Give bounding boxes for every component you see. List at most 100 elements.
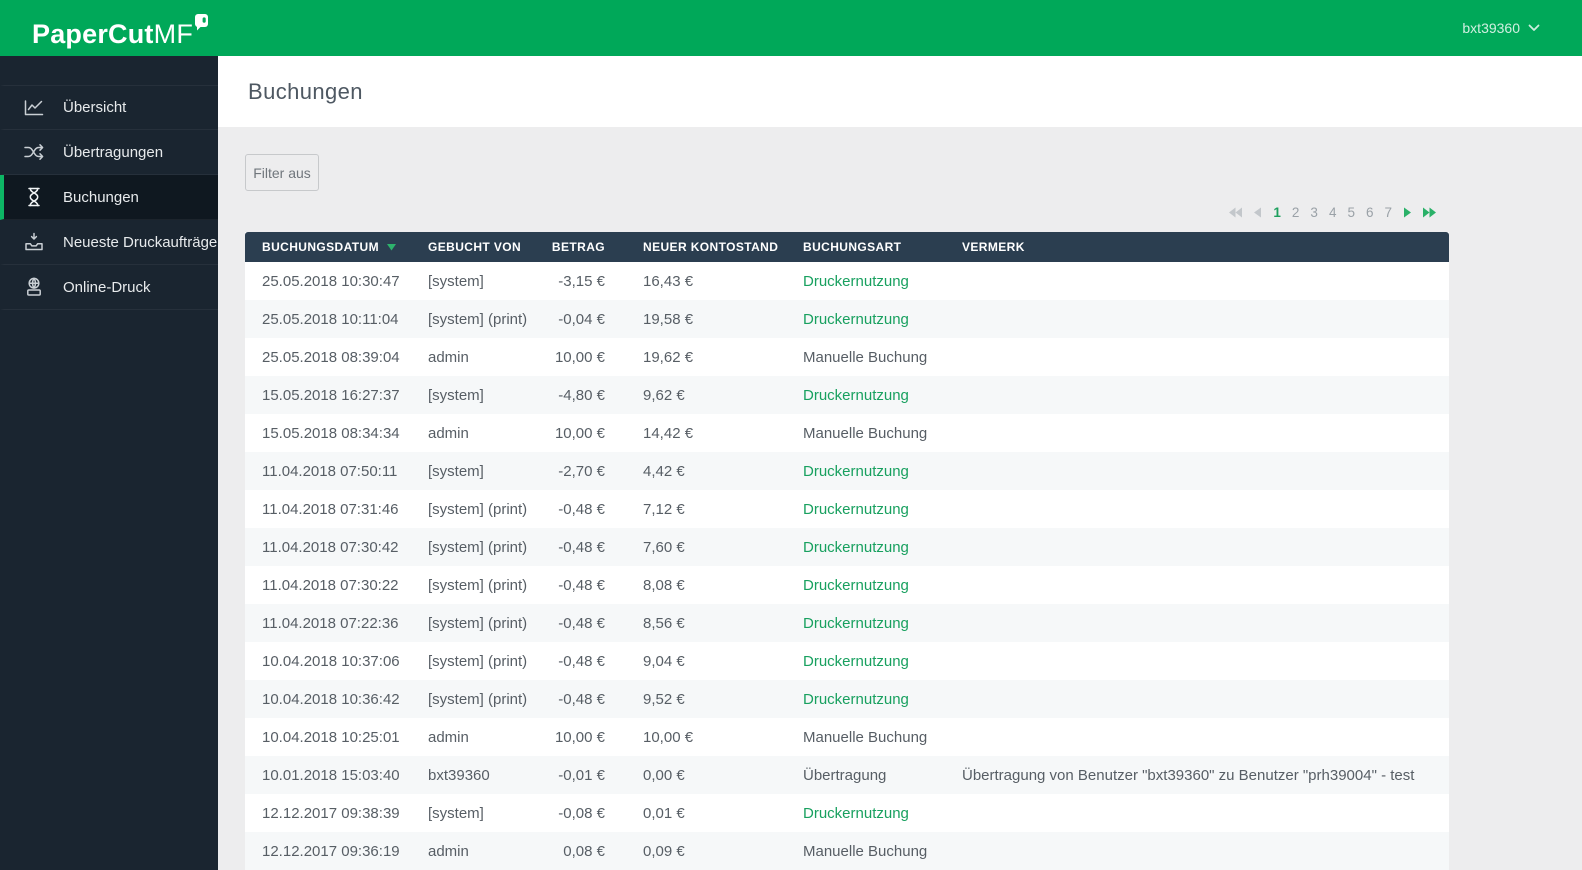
- previous-page-button[interactable]: [1253, 207, 1262, 218]
- column-header[interactable]: BUCHUNGSDATUM: [245, 232, 412, 262]
- table-row: 25.05.2018 10:11:04[system] (print)-0,04…: [245, 300, 1449, 338]
- page-number-5[interactable]: 5: [1347, 205, 1355, 220]
- first-page-button[interactable]: [1228, 207, 1242, 218]
- new-balance-cell: 0,09 €: [627, 832, 787, 870]
- column-header[interactable]: BETRAG: [547, 232, 627, 262]
- table-row: 12.12.2017 09:36:19admin0,08 €0,09 €Manu…: [245, 832, 1449, 870]
- note-cell: [946, 262, 1449, 300]
- amount-cell: -0,48 €: [547, 566, 627, 604]
- sidebar-item-uebertragungen[interactable]: Übertragungen: [0, 130, 218, 175]
- table-row: 10.04.2018 10:37:06[system] (print)-0,48…: [245, 642, 1449, 680]
- table-row: 11.04.2018 07:50:11[system]-2,70 €4,42 €…: [245, 452, 1449, 490]
- transaction-date-cell: 11.04.2018 07:22:36: [245, 604, 412, 642]
- transaction-type-cell[interactable]: Druckernutzung: [787, 566, 946, 604]
- sidebar-item-label: Buchungen: [63, 189, 139, 206]
- column-header-label: GEBUCHT VON: [428, 240, 521, 254]
- column-header[interactable]: BUCHUNGSART: [787, 232, 946, 262]
- page-number-7[interactable]: 7: [1384, 205, 1392, 220]
- amount-cell: -0,04 €: [547, 300, 627, 338]
- table-row: 12.12.2017 09:38:39[system]-0,08 €0,01 €…: [245, 794, 1449, 832]
- transaction-type-cell[interactable]: Druckernutzung: [787, 490, 946, 528]
- note-cell: Übertragung von Benutzer "bxt39360" zu B…: [946, 756, 1449, 794]
- transaction-type-cell[interactable]: Druckernutzung: [787, 452, 946, 490]
- new-balance-cell: 19,62 €: [627, 338, 787, 376]
- note-cell: [946, 566, 1449, 604]
- transaction-type-cell[interactable]: Druckernutzung: [787, 604, 946, 642]
- table-row: 10.04.2018 10:36:42[system] (print)-0,48…: [245, 680, 1449, 718]
- note-cell: [946, 414, 1449, 452]
- globe-printer-icon: [22, 275, 46, 299]
- transaction-type-cell[interactable]: Druckernutzung: [787, 680, 946, 718]
- table-header: BUCHUNGSDATUM GEBUCHT VON BETRAG NEUER KONT…: [245, 232, 1449, 262]
- transaction-type-cell: Manuelle Buchung: [787, 718, 946, 756]
- title-band: Buchungen: [218, 56, 1582, 127]
- page-number-6[interactable]: 6: [1366, 205, 1374, 220]
- note-cell: [946, 794, 1449, 832]
- last-page-button[interactable]: [1423, 207, 1437, 218]
- inbox-arrow-icon: [22, 230, 46, 254]
- transaction-date-cell: 10.04.2018 10:36:42: [245, 680, 412, 718]
- column-header[interactable]: GEBUCHT VON: [412, 232, 547, 262]
- next-page-button[interactable]: [1403, 207, 1412, 218]
- table-body: 25.05.2018 10:30:47[system]-3,15 €16,43 …: [245, 262, 1449, 870]
- sidebar-item-label: Neueste Druckaufträge: [63, 234, 217, 251]
- amount-cell: -0,48 €: [547, 528, 627, 566]
- note-cell: [946, 300, 1449, 338]
- booked-by-cell: [system] (print): [412, 566, 547, 604]
- filter-toggle-button[interactable]: Filter aus: [245, 154, 319, 191]
- column-header[interactable]: NEUER KONTOSTAND: [627, 232, 787, 262]
- page-number-3[interactable]: 3: [1310, 205, 1318, 220]
- page-number-4[interactable]: 4: [1329, 205, 1337, 220]
- transaction-type-cell[interactable]: Druckernutzung: [787, 300, 946, 338]
- sort-desc-icon: [387, 240, 396, 254]
- booked-by-cell: admin: [412, 832, 547, 870]
- page-number-2[interactable]: 2: [1292, 205, 1300, 220]
- booked-by-cell: [system]: [412, 452, 547, 490]
- main-area: Buchungen Filter aus 1234567 BUCHUNGSDAT…: [218, 56, 1582, 870]
- transaction-date-cell: 25.05.2018 10:30:47: [245, 262, 412, 300]
- user-menu[interactable]: bxt39360: [1462, 20, 1540, 36]
- sidebar-item-label: Übersicht: [63, 99, 126, 116]
- table-row: 10.04.2018 10:25:01admin10,00 €10,00 €Ma…: [245, 718, 1449, 756]
- booked-by-cell: [system] (print): [412, 300, 547, 338]
- sidebar-item-uebersicht[interactable]: Übersicht: [0, 85, 218, 130]
- transaction-date-cell: 15.05.2018 08:34:34: [245, 414, 412, 452]
- page-number-1[interactable]: 1: [1273, 205, 1281, 220]
- amount-cell: 10,00 €: [547, 414, 627, 452]
- transaction-date-cell: 11.04.2018 07:31:46: [245, 490, 412, 528]
- column-header-label: BUCHUNGSDATUM: [262, 240, 379, 254]
- column-header-label: BETRAG: [552, 240, 605, 254]
- amount-cell: -2,70 €: [547, 452, 627, 490]
- amount-cell: -0,08 €: [547, 794, 627, 832]
- transaction-type-cell[interactable]: Druckernutzung: [787, 262, 946, 300]
- table-row: 15.05.2018 08:34:34admin10,00 €14,42 €Ma…: [245, 414, 1449, 452]
- transaction-type-cell[interactable]: Druckernutzung: [787, 528, 946, 566]
- booked-by-cell: admin: [412, 718, 547, 756]
- transaction-type-cell[interactable]: Druckernutzung: [787, 376, 946, 414]
- sidebar-item-online-druck[interactable]: Online-Druck: [0, 265, 218, 310]
- sidebar-item-label: Online-Druck: [63, 279, 151, 296]
- sidebar-item-label: Übertragungen: [63, 144, 163, 161]
- amount-cell: 10,00 €: [547, 718, 627, 756]
- booked-by-cell: admin: [412, 414, 547, 452]
- transaction-type-cell[interactable]: Druckernutzung: [787, 642, 946, 680]
- column-header[interactable]: VERMERK: [946, 232, 1449, 262]
- new-balance-cell: 7,60 €: [627, 528, 787, 566]
- booked-by-cell: [system]: [412, 262, 547, 300]
- transactions-table: BUCHUNGSDATUM GEBUCHT VON BETRAG NEUER KONT…: [245, 232, 1449, 870]
- sidebar-item-neueste-druckauftraege[interactable]: Neueste Druckaufträge: [0, 220, 218, 265]
- sidebar-item-buchungen[interactable]: Buchungen: [0, 175, 218, 220]
- logo-primary-text: PaperCut: [32, 21, 154, 48]
- hourglass-icon: [22, 185, 46, 209]
- booked-by-cell: [system] (print): [412, 604, 547, 642]
- transaction-date-cell: 12.12.2017 09:36:19: [245, 832, 412, 870]
- new-balance-cell: 4,42 €: [627, 452, 787, 490]
- table-row: 11.04.2018 07:30:22[system] (print)-0,48…: [245, 566, 1449, 604]
- note-cell: [946, 338, 1449, 376]
- booked-by-cell: [system]: [412, 376, 547, 414]
- booked-by-cell: [system] (print): [412, 490, 547, 528]
- transaction-type-cell[interactable]: Druckernutzung: [787, 794, 946, 832]
- transaction-date-cell: 11.04.2018 07:50:11: [245, 452, 412, 490]
- new-balance-cell: 16,43 €: [627, 262, 787, 300]
- new-balance-cell: 7,12 €: [627, 490, 787, 528]
